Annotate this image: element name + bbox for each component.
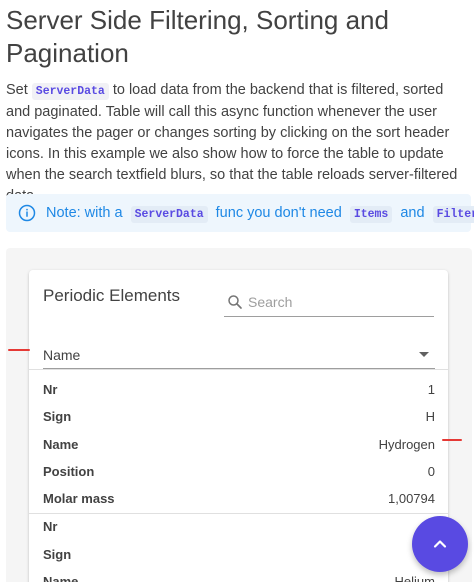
alert-text-3: and: [400, 205, 425, 221]
table-cell: Sign He: [43, 541, 435, 568]
cell-label: Nr: [43, 382, 58, 397]
table-cell: Nr 1: [43, 376, 435, 403]
alert-text-1: Note: with a: [46, 205, 123, 221]
table-cell: Name Hydrogen: [43, 431, 435, 458]
cell-value: Helium: [394, 574, 435, 582]
annotation-mark: [442, 439, 462, 441]
chevron-up-icon: [433, 540, 447, 548]
cell-value: 1,00794: [388, 491, 435, 506]
cell-label: Name: [43, 437, 79, 452]
search-field[interactable]: [224, 287, 434, 317]
table-title: Periodic Elements: [43, 286, 181, 305]
description-text-1: Set: [6, 82, 32, 98]
cell-label: Position: [43, 464, 95, 479]
description-text-2: to load data from the backend that is fi…: [6, 82, 458, 204]
info-alert: Note: with a ServerData func you don't n…: [6, 194, 474, 232]
description-code-serverdata: ServerData: [31, 83, 109, 100]
table-cell: Name Helium: [43, 568, 435, 582]
sort-select-value: Name: [43, 346, 81, 363]
table-cell: Nr 2: [43, 513, 435, 540]
table-cell: Sign H: [43, 403, 435, 430]
table-card: Periodic Elements Name Nr 1 Sign H Name …: [29, 270, 448, 582]
alert-code-items: Items: [349, 206, 393, 223]
cell-value: Hydrogen: [378, 437, 435, 452]
annotation-mark: [8, 349, 30, 351]
cell-label: Sign: [43, 547, 72, 562]
sort-select[interactable]: Name: [43, 341, 435, 369]
cell-label: Sign: [43, 409, 72, 424]
cell-label: Name: [43, 574, 79, 582]
cell-value: 1: [427, 382, 435, 397]
search-icon: [228, 294, 242, 309]
cell-label: Nr: [43, 519, 58, 534]
search-input[interactable]: [248, 293, 418, 310]
scroll-to-top-button[interactable]: [412, 516, 468, 572]
page-title: Server Side Filtering, Sorting and Pagin…: [6, 5, 389, 68]
cell-value: 0: [427, 464, 435, 479]
description: Set ServerData to load data from the bac…: [6, 80, 468, 207]
divider: [29, 369, 448, 370]
alert-text-2: func you don't need: [215, 205, 342, 221]
table-cell: Molar mass 1,00794: [43, 485, 435, 512]
alert-code-filter: Filter: [432, 206, 474, 223]
info-icon: [18, 204, 36, 222]
table-cell: Position 0: [43, 458, 435, 485]
cell-value: H: [425, 409, 435, 424]
cell-label: Molar mass: [43, 491, 115, 506]
alert-text: Note: with a ServerData func you don't n…: [46, 205, 474, 223]
chevron-down-icon: [419, 352, 429, 357]
alert-code-serverdata: ServerData: [130, 206, 208, 223]
